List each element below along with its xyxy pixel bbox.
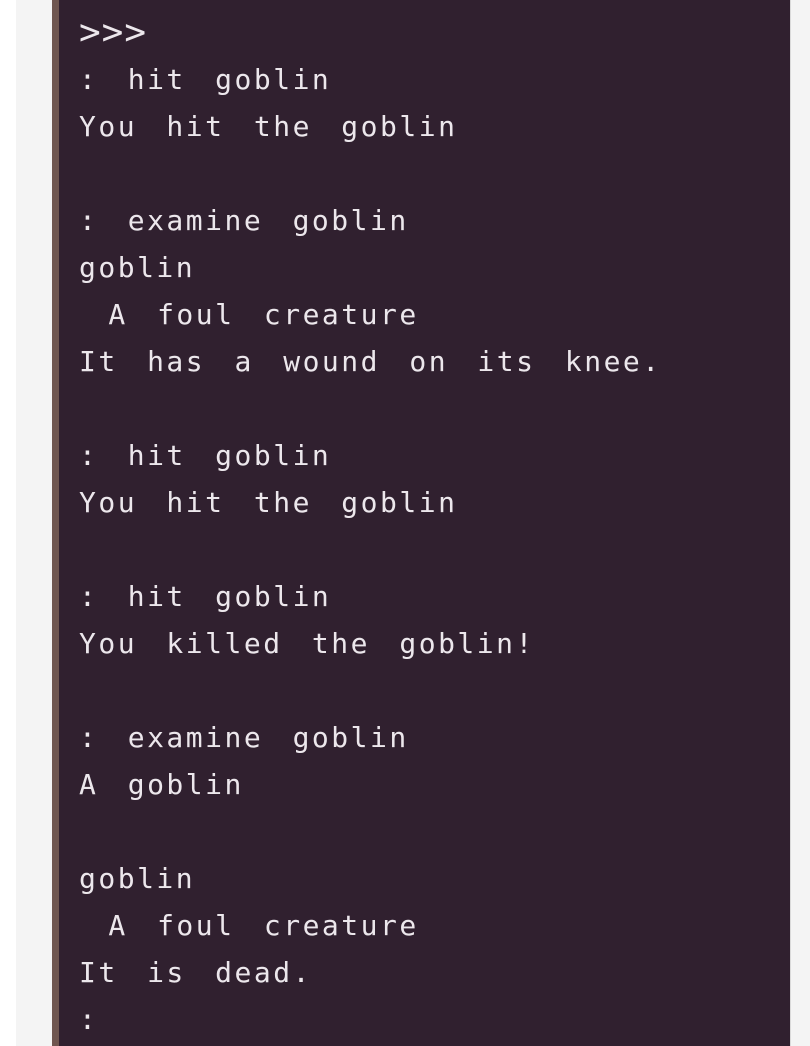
terminal-line: goblin [79,251,196,284]
terminal-input-prompt[interactable]: : [79,1000,98,1040]
terminal-line: You killed the goblin! [79,627,535,660]
terminal-prompt: >>> [79,12,148,53]
terminal-line: : examine goblin [79,721,409,754]
terminal-line: A goblin [79,768,244,801]
terminal-output[interactable]: >>> : hit goblin You hit the goblin : ex… [52,0,790,1046]
terminal-line: goblin [79,862,196,895]
terminal-line: : hit goblin [79,63,332,96]
terminal-line: It has a wound on its knee. [79,345,662,378]
terminal-line: : examine goblin [79,204,409,237]
terminal-line: : hit goblin [79,439,332,472]
terminal-line: You hit the goblin [79,486,458,519]
terminal-line: You hit the goblin [79,110,458,143]
right-scroll-gutter [790,0,810,1046]
terminal-line: A foul creature [79,298,419,331]
terminal-line: : hit goblin [79,580,332,613]
terminal-line: A foul creature [79,909,419,942]
terminal-line: It is dead. [79,956,312,989]
